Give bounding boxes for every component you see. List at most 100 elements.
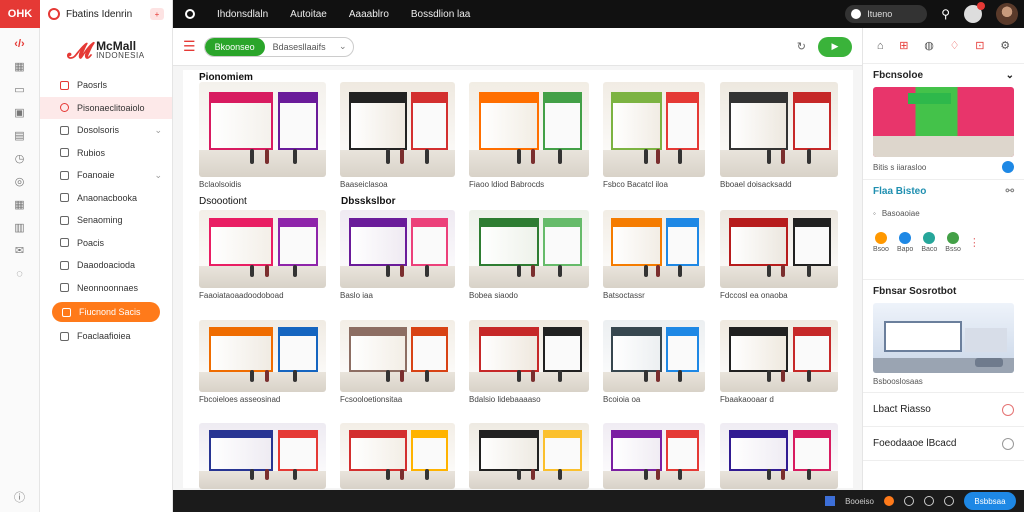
store-image [603,210,705,288]
store-card[interactable] [469,423,589,492]
chip-2[interactable]: Bapo [897,232,913,253]
store-card[interactable]: Bobea siaodo [469,210,589,300]
sidebar-item-10[interactable]: Neonnoonnaes [40,277,172,300]
nav-link-2[interactable]: Autoitae [290,9,327,20]
category-filter[interactable]: Bkoonseo Bdasesllaaifs ⌄ [203,36,354,57]
store-card[interactable]: Fcsooloetionsitaa [340,320,455,404]
sidebar-item-5[interactable]: Foanoaie ⌄ [40,164,172,187]
store-card[interactable]: Fsbco Bacatcl iloa [603,82,705,189]
user-avatar[interactable] [996,3,1018,25]
chip-4[interactable]: Bsso [945,232,961,253]
store-card[interactable] [340,423,455,492]
store-card[interactable] [720,423,838,492]
clock-icon[interactable]: ◷ [13,153,27,165]
sidebar-item-2[interactable]: Pisonaeclitoaiolo [40,96,172,119]
info-icon[interactable]: ⓘ [13,492,27,504]
menu-icon[interactable]: ☰ [183,38,196,55]
store-scene [199,82,326,177]
nav-link-4[interactable]: Bossdlion laa [411,9,470,20]
settings-icon[interactable]: ◎ [13,176,27,188]
chart-icon[interactable]: ▥ [13,222,27,234]
help-icon[interactable] [944,496,954,506]
brand-logo[interactable]: OHK [0,0,40,28]
filter-tag[interactable]: Bkoonseo [204,37,265,56]
store-front [209,99,273,151]
sidebar-item-4[interactable]: Rubios [40,142,172,165]
store-card[interactable] [603,423,705,492]
mail-icon[interactable]: ✉ [13,245,27,257]
store-card[interactable] [199,423,326,492]
calendar-icon[interactable]: ▤ [13,130,27,142]
sidebar-item-7[interactable]: Senaoming [40,209,172,232]
cart-icon[interactable]: ⊞ [899,39,908,52]
home-icon[interactable]: ⌂ [877,40,884,52]
store-image [199,210,326,288]
info-badge-icon[interactable] [1002,161,1014,173]
store-card[interactable]: Fdccosl ea onaoba [720,210,838,300]
store-card[interactable]: Bboael doisacksadd [720,82,838,189]
store-card[interactable]: Bdalsio lidebaaaaso [469,320,589,404]
store-scene [199,210,326,288]
store-floor [340,371,455,392]
globe-icon[interactable] [924,496,934,506]
sidebar-item-3[interactable]: Dosolsoris ⌄ [40,119,172,142]
store-card[interactable]: Faaoiataoaadoodoboad [199,210,326,300]
sidebar-item-9[interactable]: Daaodoacioda [40,254,172,277]
store-sign [349,429,407,438]
dashboard-icon[interactable]: ▦ [13,61,27,73]
store-scene [603,423,705,489]
store-detail-card[interactable]: Fbnsar Sosrotbot Bsbooslosaas [863,280,1024,393]
mall-logo[interactable]: 𝓜 McMall INDONESIA [40,28,172,74]
featured-floor [873,136,1014,157]
help-icon[interactable]: ◌ [13,268,27,280]
sidebar-item-6[interactable]: Anaonacbooka [40,187,172,210]
more-icon[interactable]: ⋮ [969,236,980,249]
featured-caption: Bitis s iiarasloo [873,162,927,172]
chip-3[interactable]: Baco [921,232,937,253]
action-button[interactable]: ▶ [818,36,852,57]
store-card[interactable]: Fbcoieloes asseosinad [199,320,326,404]
top-nav: Ihdonsdlaln Autoitae Aaaablro Bossdlion … [173,9,470,20]
lock-icon[interactable]: ⊡ [975,39,984,52]
store-card[interactable]: Batsoctassr [603,210,705,300]
monitor-icon[interactable]: ▣ [13,107,27,119]
grid-icon[interactable]: ▦ [13,199,27,211]
store-card[interactable]: Baaseiclasoa [340,82,455,189]
store-card[interactable]: Fbaakaooaar d [720,320,838,404]
settings-icon[interactable] [904,496,914,506]
store-card[interactable]: Bcoioia oa [603,320,705,404]
add-badge-icon[interactable]: + [150,8,164,20]
sidebar-item-featured[interactable]: Fiucnond Sacis [52,302,160,322]
doc-icon [60,148,69,158]
right-list-row-2[interactable]: Foeodaaoe lBcacd [863,427,1024,461]
nav-link-3[interactable]: Aaaablro [349,9,389,20]
settings-icon[interactable]: ⚙ [1000,39,1010,52]
notification-avatar[interactable] [964,2,985,23]
link-icon[interactable]: ⚯ [1006,186,1014,197]
store-card[interactable]: Baslo iaa [340,210,455,300]
featured-store-card[interactable]: Fbcnsoloe ⌄ Bitis s iiarasloo [863,64,1024,180]
sidebar-item-1[interactable]: Paosrls [40,74,172,97]
top-search[interactable]: Itueno [845,5,928,23]
primary-action-button[interactable]: Bsbbsaa [964,492,1016,510]
store-image [469,423,589,489]
globe-icon[interactable]: ◍ [924,39,934,52]
bell-icon[interactable]: ♢ [950,39,960,52]
right-list-row-1[interactable]: Lbact Riasso [863,393,1024,427]
user-icon[interactable]: ⚲ [941,7,950,21]
store-card[interactable]: Fiaoo ldiod Babrocds [469,82,589,189]
grid-view-icon[interactable] [825,496,836,506]
chip-1[interactable]: Bsoo [873,232,889,253]
store-sign [666,91,699,103]
code-icon[interactable]: ‹/› [13,38,27,50]
orange-status-icon[interactable] [884,496,894,506]
store-sign [209,217,273,228]
nav-link-1[interactable]: Ihdonsdlaln [217,9,268,20]
sidebar-item-12[interactable]: Foaclaafioiea [40,325,172,348]
store-card[interactable]: Bclaolsoidis [199,82,326,189]
expand-icon[interactable]: ⌄ [1006,70,1014,81]
refresh-icon[interactable]: ↻ [797,40,806,53]
sidebar-item-8[interactable]: Poacis [40,232,172,255]
inbox-icon[interactable]: ▭ [13,84,27,96]
store-front [666,99,699,151]
